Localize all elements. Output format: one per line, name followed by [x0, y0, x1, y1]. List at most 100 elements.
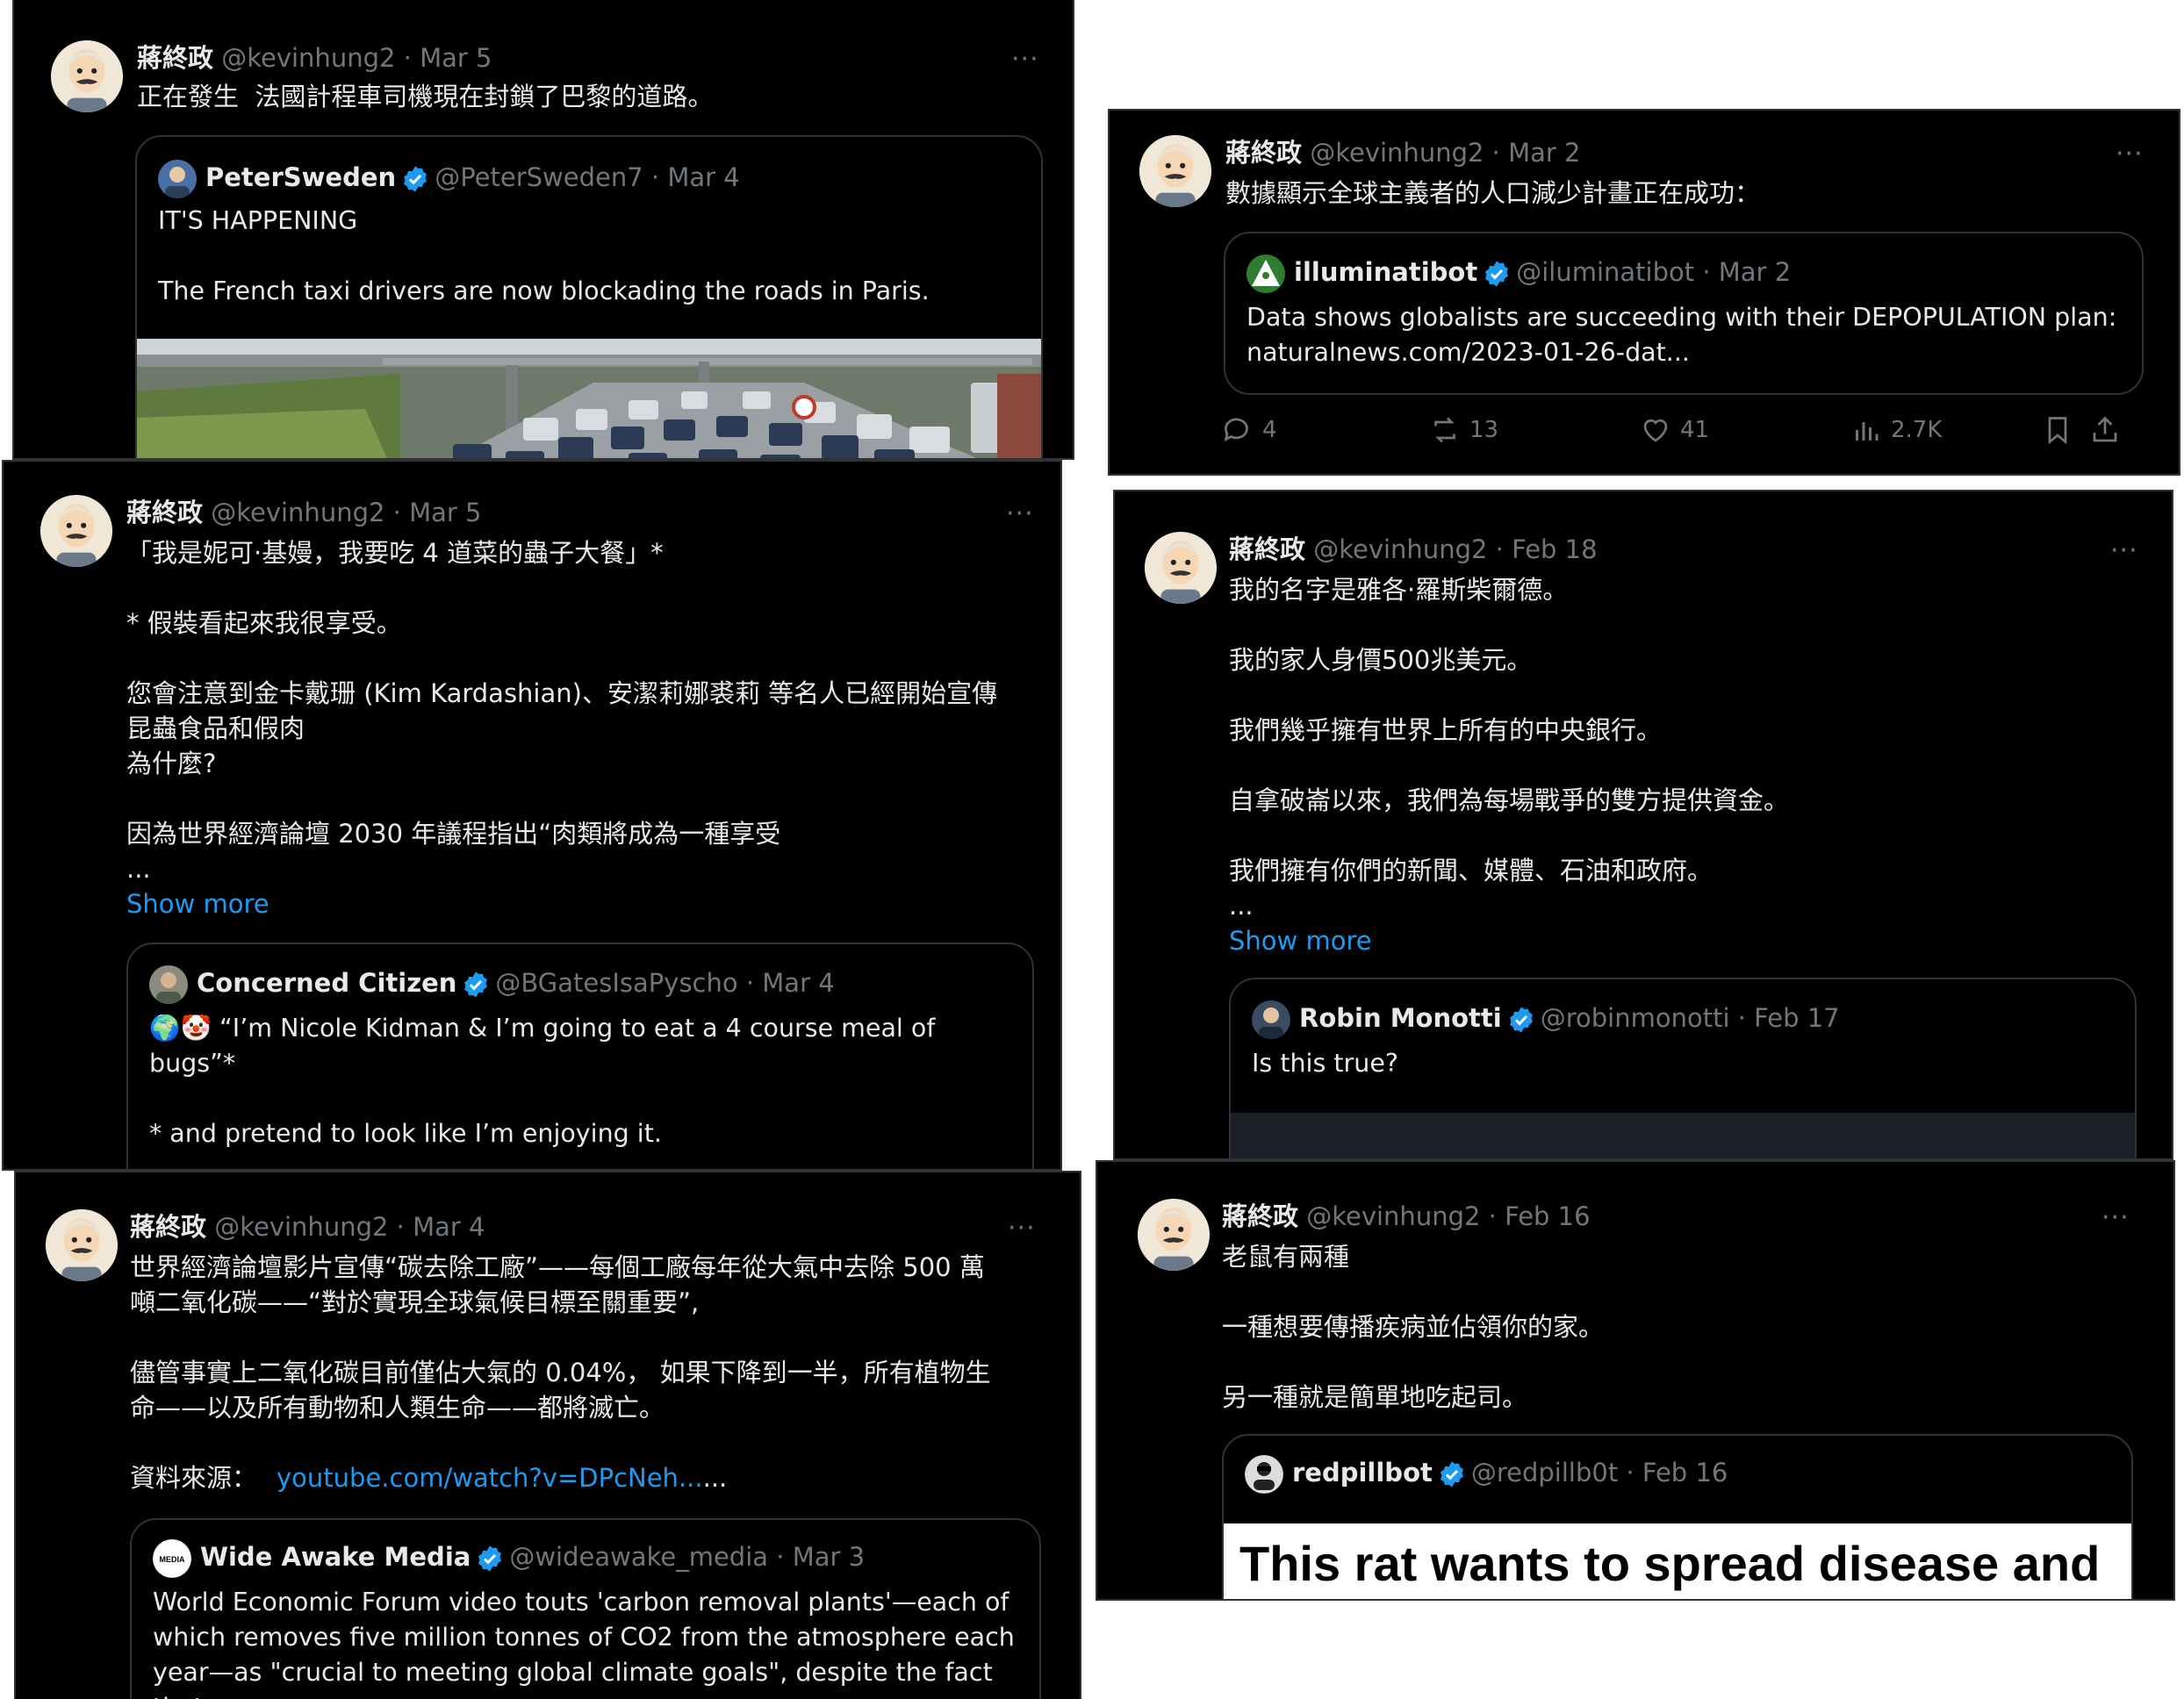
author-avatar[interactable] — [1139, 135, 1211, 207]
quoted-author-handle: @robinmonotti — [1540, 1003, 1730, 1033]
more-options-icon[interactable]: ··· — [2116, 141, 2144, 168]
quoted-author-handle: @PeterSweden7 — [435, 162, 643, 192]
author-avatar[interactable] — [1138, 1199, 1210, 1271]
tweet-panel-5: 蔣終政 @kevinhung2 · Mar 4 ··· 世界經濟論壇影片宣傳“碳… — [14, 1171, 1081, 1699]
tweet-date[interactable]: Feb 18 — [1512, 534, 1597, 564]
quoted-tweet-date: Feb 16 — [1642, 1458, 1728, 1488]
like-count: 41 — [1680, 417, 1710, 443]
author-avatar[interactable] — [40, 495, 112, 567]
quoted-author-name: Robin Monotti — [1299, 1003, 1502, 1033]
tweet-date[interactable]: Mar 2 — [1508, 138, 1580, 168]
source-link[interactable]: youtube.com/watch?v=DPcNeh... — [277, 1463, 703, 1493]
quoted-tweet[interactable]: Robin Monotti @robinmonotti · Feb 17 Is t… — [1229, 978, 2137, 1158]
tweet-text: 「我是妮可·基嫚，我要吃 4 道菜的蟲子大餐」* * 假裝看起來我很享受。 您會… — [126, 538, 998, 884]
quoted-media-image[interactable] — [137, 339, 1043, 460]
quoted-author-avatar — [1245, 1455, 1283, 1494]
author-handle[interactable]: @kevinhung2 — [1313, 534, 1487, 564]
quoted-tweet-text: Is this true? — [1252, 1049, 1398, 1078]
more-options-icon[interactable]: ··· — [1006, 501, 1034, 527]
quoted-tweet[interactable]: MEDIA Wide Awake Media @wideawake_media · … — [130, 1518, 1041, 1699]
tweet-date[interactable]: Feb 16 — [1505, 1201, 1590, 1231]
quoted-author-handle: @BGatesIsaPyscho — [495, 968, 738, 998]
quoted-tweet-date: Feb 17 — [1754, 1003, 1840, 1033]
quoted-tweet-header: redpillbot @redpillb0t · Feb 16 — [1245, 1455, 1728, 1494]
views-count: 2.7K — [1891, 417, 1943, 443]
quoted-tweet-header: PeterSweden @PeterSweden7 · Mar 4 — [158, 160, 740, 198]
verified-badge-icon — [464, 971, 488, 998]
quoted-author-avatar — [158, 160, 197, 198]
author-avatar[interactable] — [46, 1209, 118, 1281]
author-name[interactable]: 蔣終政 — [137, 43, 213, 73]
author-handle[interactable]: @kevinhung2 — [221, 43, 395, 73]
like-button[interactable]: 41 — [1640, 414, 1709, 446]
tweet-actions-bar: 4 13 41 2.7K — [1222, 414, 2152, 449]
tweet-date[interactable]: Mar 5 — [420, 43, 492, 73]
quoted-tweet[interactable]: PeterSweden @PeterSweden7 · Mar 4 IT'S HA… — [135, 135, 1043, 460]
tweet-panel-6: 蔣終政 @kevinhung2 · Feb 16 ··· 老鼠有兩種 一種想要傳… — [1096, 1160, 2175, 1601]
repost-button[interactable]: 13 — [1429, 414, 1498, 446]
author-name[interactable]: 蔣終政 — [1225, 138, 1302, 168]
more-options-icon[interactable]: ··· — [2101, 1205, 2130, 1231]
quoted-tweet[interactable]: Concerned Citizen @BGatesIsaPyscho · Mar … — [126, 943, 1034, 1169]
quoted-tweet[interactable]: illuminatibot @iluminatibot · Mar 2 Data … — [1224, 232, 2144, 395]
quoted-author-avatar — [1246, 254, 1285, 293]
quoted-tweet-text: World Economic Forum video touts 'carbon… — [153, 1588, 1015, 1699]
bookmark-button[interactable] — [2042, 414, 2073, 446]
quoted-author-name: Wide Awake Media — [200, 1542, 471, 1572]
quoted-image-caption: This rat wants to spread disease and — [1239, 1536, 2101, 1591]
quoted-author-name: PeterSweden — [205, 162, 397, 192]
quoted-tweet-header: Robin Monotti @robinmonotti · Feb 17 — [1252, 1000, 1840, 1039]
quoted-media-image[interactable]: This rat wants to spread disease and — [1224, 1523, 2131, 1599]
source-link-suffix: ... — [702, 1463, 728, 1493]
quoted-author-handle: @wideawake_media — [509, 1542, 769, 1572]
verified-badge-icon — [478, 1545, 502, 1572]
show-more-link[interactable]: Show more — [1229, 923, 1372, 958]
author-handle[interactable]: @kevinhung2 — [211, 498, 384, 527]
author-name[interactable]: 蔣終政 — [1222, 1201, 1298, 1231]
tweet-panel-3: 蔣終政 @kevinhung2 · Mar 5 ··· 「我是妮可·基嫚，我要吃… — [2, 460, 1062, 1171]
repost-count: 13 — [1469, 417, 1499, 443]
tweet-date[interactable]: Mar 4 — [413, 1212, 485, 1242]
more-options-icon[interactable]: ··· — [1011, 47, 1039, 73]
quoted-author-avatar: MEDIA — [153, 1539, 191, 1578]
quoted-author-name: Concerned Citizen — [197, 968, 457, 998]
views-chart-icon — [1856, 422, 1879, 441]
bookmark-icon — [2048, 417, 2067, 445]
more-options-icon[interactable]: ··· — [1008, 1215, 1036, 1242]
share-button[interactable] — [2089, 414, 2121, 446]
author-handle[interactable]: @kevinhung2 — [214, 1212, 388, 1242]
show-more-link[interactable]: Show more — [126, 886, 269, 921]
quoted-media-image[interactable] — [1231, 1113, 2135, 1158]
tweet-header: 蔣終政 @kevinhung2 · Feb 18 — [1229, 534, 1598, 564]
author-avatar[interactable] — [1145, 532, 1217, 604]
author-avatar[interactable] — [51, 40, 123, 112]
tweet-date[interactable]: Mar 5 — [409, 498, 481, 527]
tweet-panel-4: 蔣終政 @kevinhung2 · Feb 18 ··· 我的名字是雅各·羅斯柴… — [1113, 490, 2173, 1160]
quoted-tweet-header: illuminatibot @iluminatibot · Mar 2 — [1246, 254, 1791, 293]
reply-icon — [1224, 418, 1248, 442]
verified-badge-icon — [404, 166, 427, 192]
quoted-author-handle: @iluminatibot — [1516, 257, 1695, 287]
tweet-panel-2: 蔣終政 @kevinhung2 · Mar 2 ··· 數據顯示全球主義者的人口… — [1108, 109, 2180, 476]
reply-button[interactable]: 4 — [1222, 414, 1277, 446]
more-options-icon[interactable]: ··· — [2110, 538, 2138, 564]
quoted-author-avatar — [1252, 1000, 1290, 1039]
tweet-text: 老鼠有兩種 一種想要傳播疾病並佔領你的家。 另一種就是簡單地吃起司。 — [1222, 1242, 1605, 1412]
tweet-header: 蔣終政 @kevinhung2 · Mar 2 — [1225, 138, 1581, 168]
tweet-text: 正在發生 法國計程車司機現在封鎖了巴黎的道路。 — [137, 82, 714, 111]
views-button[interactable]: 2.7K — [1850, 414, 1942, 446]
author-name[interactable]: 蔣終政 — [1229, 534, 1305, 564]
quoted-tweet[interactable]: redpillbot @redpillb0t · Feb 16 This rat … — [1222, 1434, 2133, 1599]
author-handle[interactable]: @kevinhung2 — [1310, 138, 1484, 168]
author-name[interactable]: 蔣終政 — [126, 498, 203, 527]
author-handle[interactable]: @kevinhung2 — [1306, 1201, 1480, 1231]
tweet-panel-1: 蔣終政 @kevinhung2 · Mar 5 ··· 正在發生 法國計程車司機… — [12, 0, 1074, 460]
verified-badge-icon — [1509, 1007, 1533, 1033]
repost-icon — [1434, 417, 1455, 443]
author-name[interactable]: 蔣終政 — [130, 1212, 206, 1242]
heart-icon — [1643, 419, 1668, 442]
quoted-tweet-date: Mar 3 — [792, 1542, 866, 1572]
quoted-author-avatar — [149, 965, 188, 1004]
quoted-tweet-date: Mar 4 — [762, 968, 835, 998]
tweet-header: 蔣終政 @kevinhung2 · Mar 5 — [126, 498, 482, 527]
